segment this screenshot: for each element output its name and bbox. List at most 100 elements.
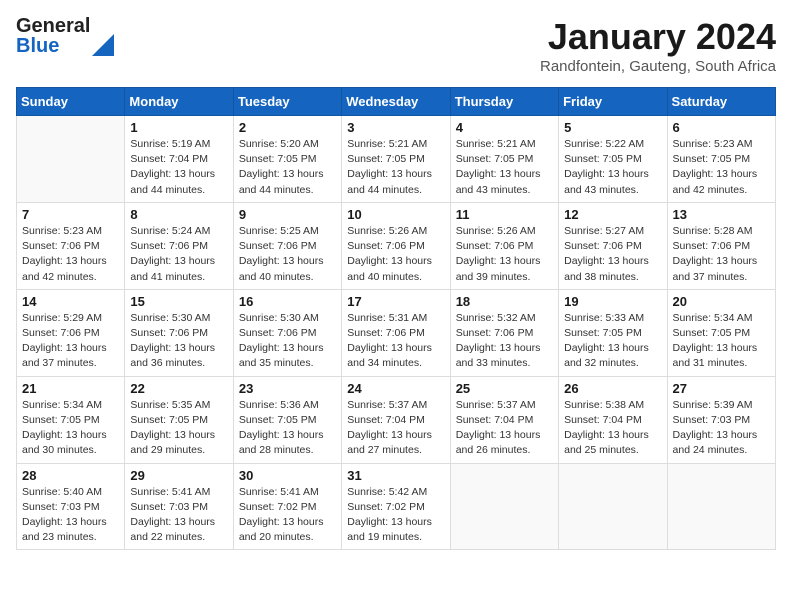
calendar-cell: 22Sunrise: 5:35 AM Sunset: 7:05 PM Dayli… bbox=[125, 376, 233, 463]
logo-triangle-icon bbox=[92, 34, 114, 56]
calendar-cell: 2 Sunrise: 5:20 AM Sunset: 7:05 PM Daylig… bbox=[233, 116, 341, 203]
day-number: 12 bbox=[564, 207, 661, 222]
calendar-cell: 17 Sunrise: 5:31 AM Sunset: 7:06 PM Dayli… bbox=[342, 289, 450, 376]
calendar-cell bbox=[667, 463, 775, 550]
calendar-week-2: 14 Sunrise: 5:29 AM Sunset: 7:06 PM Dayli… bbox=[17, 289, 776, 376]
calendar-cell bbox=[450, 463, 558, 550]
day-number: 6 bbox=[673, 120, 770, 135]
calendar-cell: 19 Sunrise: 5:33 AM Sunset: 7:05 PM Dayli… bbox=[559, 289, 667, 376]
day-number: 3 bbox=[347, 120, 444, 135]
day-number: 2 bbox=[239, 120, 336, 135]
day-number: 16 bbox=[239, 294, 336, 309]
day-info: Sunrise: 5:33 AM Sunset: 7:05 PM Dayligh… bbox=[564, 311, 661, 372]
calendar-header-row: SundayMondayTuesdayWednesdayThursdayFrid… bbox=[17, 88, 776, 116]
calendar-cell: 6Sunrise: 5:23 AM Sunset: 7:05 PM Daylig… bbox=[667, 116, 775, 203]
day-number: 28 bbox=[22, 468, 119, 483]
calendar-cell: 5 Sunrise: 5:22 AM Sunset: 7:05 PM Daylig… bbox=[559, 116, 667, 203]
calendar-cell: 27Sunrise: 5:39 AM Sunset: 7:03 PM Dayli… bbox=[667, 376, 775, 463]
day-info: Sunrise: 5:41 AM Sunset: 7:03 PM Dayligh… bbox=[130, 485, 227, 546]
calendar-cell bbox=[559, 463, 667, 550]
day-number: 30 bbox=[239, 468, 336, 483]
day-number: 25 bbox=[456, 381, 553, 396]
calendar-cell: 16 Sunrise: 5:30 AM Sunset: 7:06 PM Dayli… bbox=[233, 289, 341, 376]
calendar-header-sunday: Sunday bbox=[17, 88, 125, 116]
day-info: Sunrise: 5:30 AM Sunset: 7:06 PM Dayligh… bbox=[130, 311, 227, 372]
day-number: 18 bbox=[456, 294, 553, 309]
day-number: 14 bbox=[22, 294, 119, 309]
day-info: Sunrise: 5:22 AM Sunset: 7:05 PM Dayligh… bbox=[564, 137, 661, 198]
day-info: Sunrise: 5:38 AM Sunset: 7:04 PM Dayligh… bbox=[564, 398, 661, 459]
day-number: 15 bbox=[130, 294, 227, 309]
day-info: Sunrise: 5:37 AM Sunset: 7:04 PM Dayligh… bbox=[456, 398, 553, 459]
day-number: 9 bbox=[239, 207, 336, 222]
calendar-cell: 26 Sunrise: 5:38 AM Sunset: 7:04 PM Dayli… bbox=[559, 376, 667, 463]
day-info: Sunrise: 5:19 AM Sunset: 7:04 PM Dayligh… bbox=[130, 137, 227, 198]
calendar-cell: 20 Sunrise: 5:34 AM Sunset: 7:05 PM Dayli… bbox=[667, 289, 775, 376]
day-number: 1 bbox=[130, 120, 227, 135]
calendar-cell: 4 Sunrise: 5:21 AM Sunset: 7:05 PM Daylig… bbox=[450, 116, 558, 203]
logo-blue-text: Blue bbox=[16, 36, 90, 56]
calendar-header-wednesday: Wednesday bbox=[342, 88, 450, 116]
day-number: 23 bbox=[239, 381, 336, 396]
calendar-cell: 24 Sunrise: 5:37 AM Sunset: 7:04 PM Dayli… bbox=[342, 376, 450, 463]
calendar-cell: 14 Sunrise: 5:29 AM Sunset: 7:06 PM Dayli… bbox=[17, 289, 125, 376]
day-info: Sunrise: 5:26 AM Sunset: 7:06 PM Dayligh… bbox=[347, 224, 444, 285]
calendar-cell: 13 Sunrise: 5:28 AM Sunset: 7:06 PM Dayli… bbox=[667, 202, 775, 289]
calendar-cell: 28 Sunrise: 5:40 AM Sunset: 7:03 PM Dayli… bbox=[17, 463, 125, 550]
calendar-table: SundayMondayTuesdayWednesdayThursdayFrid… bbox=[16, 87, 776, 550]
calendar-cell: 10 Sunrise: 5:26 AM Sunset: 7:06 PM Dayli… bbox=[342, 202, 450, 289]
day-info: Sunrise: 5:29 AM Sunset: 7:06 PM Dayligh… bbox=[22, 311, 119, 372]
calendar-cell: 3 Sunrise: 5:21 AM Sunset: 7:05 PM Daylig… bbox=[342, 116, 450, 203]
calendar-week-1: 7Sunrise: 5:23 AM Sunset: 7:06 PM Daylig… bbox=[17, 202, 776, 289]
day-number: 10 bbox=[347, 207, 444, 222]
day-number: 7 bbox=[22, 207, 119, 222]
calendar-cell: 12 Sunrise: 5:27 AM Sunset: 7:06 PM Dayli… bbox=[559, 202, 667, 289]
calendar-week-0: 1 Sunrise: 5:19 AM Sunset: 7:04 PM Daylig… bbox=[17, 116, 776, 203]
calendar-cell bbox=[17, 116, 125, 203]
day-number: 19 bbox=[564, 294, 661, 309]
calendar-header-friday: Friday bbox=[559, 88, 667, 116]
day-info: Sunrise: 5:37 AM Sunset: 7:04 PM Dayligh… bbox=[347, 398, 444, 459]
calendar-cell: 11Sunrise: 5:26 AM Sunset: 7:06 PM Dayli… bbox=[450, 202, 558, 289]
day-number: 13 bbox=[673, 207, 770, 222]
day-info: Sunrise: 5:32 AM Sunset: 7:06 PM Dayligh… bbox=[456, 311, 553, 372]
month-title: January 2024 bbox=[540, 16, 776, 58]
day-info: Sunrise: 5:30 AM Sunset: 7:06 PM Dayligh… bbox=[239, 311, 336, 372]
location-text: Randfontein, Gauteng, South Africa bbox=[540, 58, 776, 75]
day-number: 17 bbox=[347, 294, 444, 309]
day-info: Sunrise: 5:21 AM Sunset: 7:05 PM Dayligh… bbox=[456, 137, 553, 198]
calendar-cell: 29 Sunrise: 5:41 AM Sunset: 7:03 PM Dayli… bbox=[125, 463, 233, 550]
title-section: January 2024 Randfontein, Gauteng, South… bbox=[540, 16, 776, 75]
day-info: Sunrise: 5:31 AM Sunset: 7:06 PM Dayligh… bbox=[347, 311, 444, 372]
day-number: 8 bbox=[130, 207, 227, 222]
day-number: 29 bbox=[130, 468, 227, 483]
calendar-header-tuesday: Tuesday bbox=[233, 88, 341, 116]
day-number: 20 bbox=[673, 294, 770, 309]
day-info: Sunrise: 5:42 AM Sunset: 7:02 PM Dayligh… bbox=[347, 485, 444, 546]
page-header: General Blue January 2024 Randfontein, G… bbox=[16, 16, 776, 75]
day-number: 24 bbox=[347, 381, 444, 396]
day-info: Sunrise: 5:40 AM Sunset: 7:03 PM Dayligh… bbox=[22, 485, 119, 546]
day-info: Sunrise: 5:20 AM Sunset: 7:05 PM Dayligh… bbox=[239, 137, 336, 198]
calendar-cell: 25 Sunrise: 5:37 AM Sunset: 7:04 PM Dayli… bbox=[450, 376, 558, 463]
day-info: Sunrise: 5:34 AM Sunset: 7:05 PM Dayligh… bbox=[673, 311, 770, 372]
logo-general-text: General bbox=[16, 16, 90, 36]
day-info: Sunrise: 5:25 AM Sunset: 7:06 PM Dayligh… bbox=[239, 224, 336, 285]
day-number: 5 bbox=[564, 120, 661, 135]
day-info: Sunrise: 5:41 AM Sunset: 7:02 PM Dayligh… bbox=[239, 485, 336, 546]
calendar-cell: 18 Sunrise: 5:32 AM Sunset: 7:06 PM Dayli… bbox=[450, 289, 558, 376]
calendar-cell: 7Sunrise: 5:23 AM Sunset: 7:06 PM Daylig… bbox=[17, 202, 125, 289]
day-number: 22 bbox=[130, 381, 227, 396]
calendar-header-thursday: Thursday bbox=[450, 88, 558, 116]
logo: General Blue bbox=[16, 16, 114, 56]
day-info: Sunrise: 5:27 AM Sunset: 7:06 PM Dayligh… bbox=[564, 224, 661, 285]
calendar-cell: 1 Sunrise: 5:19 AM Sunset: 7:04 PM Daylig… bbox=[125, 116, 233, 203]
calendar-cell: 15 Sunrise: 5:30 AM Sunset: 7:06 PM Dayli… bbox=[125, 289, 233, 376]
day-number: 4 bbox=[456, 120, 553, 135]
day-info: Sunrise: 5:34 AM Sunset: 7:05 PM Dayligh… bbox=[22, 398, 119, 459]
day-info: Sunrise: 5:28 AM Sunset: 7:06 PM Dayligh… bbox=[673, 224, 770, 285]
day-info: Sunrise: 5:21 AM Sunset: 7:05 PM Dayligh… bbox=[347, 137, 444, 198]
calendar-cell: 30 Sunrise: 5:41 AM Sunset: 7:02 PM Dayli… bbox=[233, 463, 341, 550]
calendar-cell: 31Sunrise: 5:42 AM Sunset: 7:02 PM Dayli… bbox=[342, 463, 450, 550]
day-number: 26 bbox=[564, 381, 661, 396]
